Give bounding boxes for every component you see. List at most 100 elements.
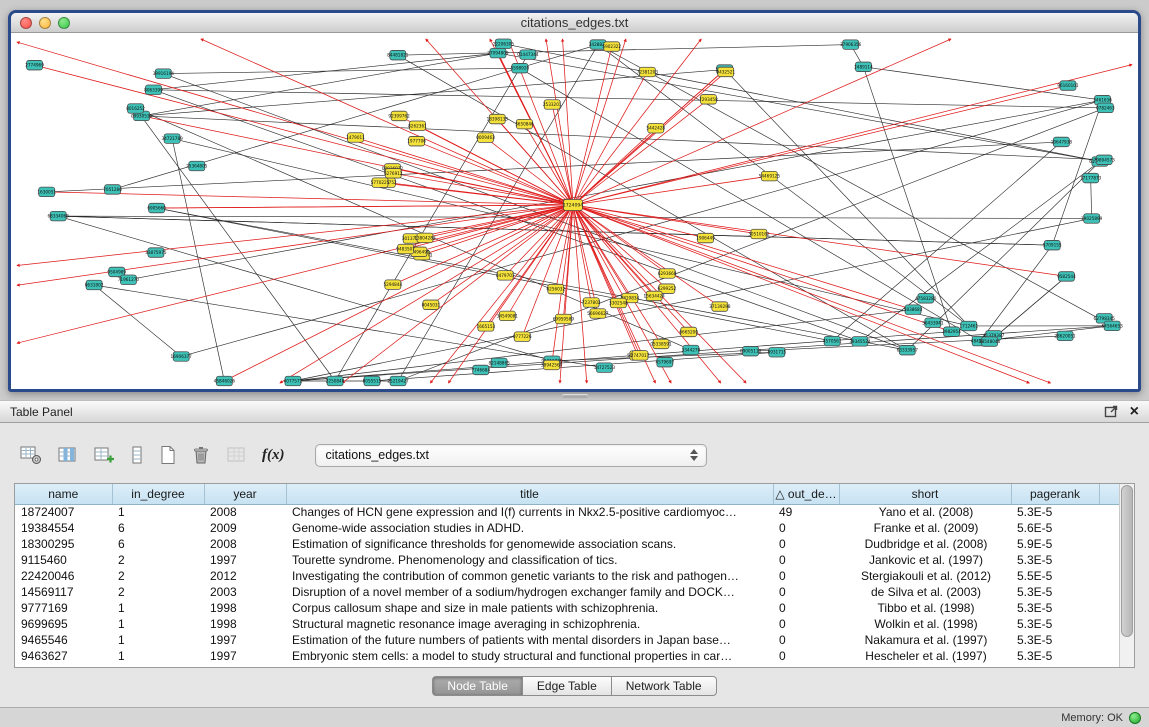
network-node[interactable]: 6293668	[658, 269, 677, 279]
table-row[interactable]: 1872400712008Changes of HCN gene express…	[15, 504, 1121, 520]
network-node[interactable]: 6256032	[546, 284, 565, 294]
tab-node-table[interactable]: Node Table	[432, 676, 523, 696]
network-node[interactable]: 2489114	[854, 62, 873, 72]
network-node[interactable]: 8016252	[126, 104, 145, 114]
network-node[interactable]: 4579697	[656, 357, 675, 367]
delete-columns-button[interactable]	[192, 443, 210, 467]
network-node[interactable]: 4077571	[284, 376, 303, 386]
network-node[interactable]: 92399762	[388, 111, 410, 121]
network-node[interactable]: 3344270	[682, 345, 701, 355]
network-node[interactable]: 6905660	[147, 203, 166, 213]
network-node[interactable]: 5770225	[371, 178, 390, 188]
network-node[interactable]: 1724094	[563, 200, 584, 211]
network-node[interactable]: 7293458	[699, 95, 718, 105]
network-node[interactable]: 54564653	[1101, 321, 1123, 331]
row-controls-button[interactable]	[131, 443, 143, 467]
network-node[interactable]: 63333957	[897, 345, 919, 355]
network-node[interactable]: 34549081	[497, 311, 519, 321]
table-row[interactable]: 946554611997Estimation of the future num…	[15, 632, 1121, 648]
table-row[interactable]: 977716911998Corpus callosum shape and si…	[15, 600, 1121, 616]
network-node[interactable]: 5709155	[1043, 240, 1062, 250]
panel-splitter[interactable]	[0, 392, 1149, 400]
network-node[interactable]: 5838683	[904, 305, 923, 315]
network-node[interactable]: 2533201	[543, 100, 562, 110]
network-node[interactable]: 37139298	[709, 302, 731, 312]
network-node[interactable]: 3302548	[609, 298, 628, 308]
create-column-button[interactable]	[94, 443, 115, 467]
network-node[interactable]: 0777226	[513, 332, 532, 342]
network-node[interactable]: 8063399	[144, 85, 163, 95]
network-node[interactable]: 9582544	[1057, 272, 1076, 282]
column-header-in_degree[interactable]: in_degree	[112, 484, 204, 504]
network-node[interactable]: 56696627	[587, 309, 609, 319]
network-node[interactable]: 39345524	[849, 337, 871, 347]
network-node[interactable]: 34721789	[161, 134, 183, 144]
close-panel-icon[interactable]: ×	[1130, 405, 1139, 419]
close-window-button[interactable]	[20, 17, 32, 29]
table-selector-dropdown[interactable]: citations_edges.txt	[315, 444, 707, 467]
network-node[interactable]: 5442428	[646, 123, 665, 132]
network-node[interactable]: 68334068	[48, 211, 70, 221]
network-node[interactable]: 16906377	[171, 352, 193, 362]
new-table-button[interactable]	[159, 443, 176, 467]
network-node[interactable]: 6665200	[679, 327, 698, 337]
network-node[interactable]: 69959589	[553, 314, 575, 324]
network-node[interactable]: 5294844	[384, 280, 403, 290]
network-node[interactable]: 33875975	[145, 248, 167, 258]
network-node[interactable]: 7051286	[103, 185, 122, 195]
function-builder-button[interactable]: f(x)	[262, 443, 285, 467]
network-node[interactable]: 2250840	[326, 376, 345, 386]
scrollbar-thumb[interactable]	[1121, 485, 1133, 637]
zoom-window-button[interactable]	[58, 17, 70, 29]
network-node[interactable]: 28620051	[1054, 331, 1076, 341]
network-node[interactable]: 82148865	[488, 358, 510, 368]
delete-table-button[interactable]	[226, 443, 246, 467]
network-node[interactable]: 38548046	[979, 337, 1001, 347]
network-node[interactable]: 37906356	[840, 40, 862, 50]
network-node[interactable]: 15634424	[644, 291, 666, 301]
network-node[interactable]: 0009463	[476, 133, 495, 143]
network-node[interactable]: 1712461	[959, 321, 978, 331]
network-node[interactable]: 3982954	[942, 327, 961, 337]
network-node[interactable]: 8931715	[768, 347, 787, 357]
tab-edge-table[interactable]: Edge Table	[522, 676, 612, 696]
float-panel-icon[interactable]	[1104, 405, 1118, 418]
network-node[interactable]: 09005110	[740, 346, 762, 356]
network-canvas[interactable]: 2536480509930536683340681690637727749699…	[11, 33, 1138, 389]
network-node[interactable]: 9432521	[716, 67, 735, 77]
network-node[interactable]: 1665153	[477, 322, 496, 332]
network-node[interactable]: 13804283	[414, 233, 436, 243]
network-node[interactable]: 2747017	[631, 351, 650, 361]
network-node[interactable]: 72381203	[637, 67, 659, 77]
tab-network-table[interactable]: Network Table	[611, 676, 717, 696]
network-node[interactable]: 10647938	[1051, 137, 1073, 147]
table-row[interactable]: 946362711997Embryonic stem cells: a mode…	[15, 648, 1121, 664]
network-node[interactable]: 4570561	[823, 336, 842, 346]
network-node[interactable]: 18398133	[487, 114, 509, 124]
minimize-window-button[interactable]	[39, 17, 51, 29]
column-header-name[interactable]: name	[15, 484, 112, 504]
network-node[interactable]: 71961270	[118, 275, 140, 285]
network-node[interactable]: 19025899	[1081, 214, 1103, 224]
column-header-title[interactable]: title	[286, 484, 773, 504]
network-node[interactable]: 05338591	[650, 339, 672, 349]
table-row[interactable]: 1830029562008Estimation of significance …	[15, 536, 1121, 552]
network-node[interactable]: 77177873	[1080, 173, 1102, 183]
network-node[interactable]: 54469125	[759, 171, 781, 181]
table-vertical-scrollbar[interactable]	[1119, 484, 1134, 667]
network-node[interactable]: 45846026	[214, 376, 236, 386]
network-window-titlebar[interactable]: citations_edges.txt	[11, 13, 1138, 33]
table-mode-button[interactable]	[20, 443, 42, 467]
network-node[interactable]: 0631802	[85, 280, 104, 290]
table-row[interactable]: 911546021997Tourette syndrome. Phenomeno…	[15, 552, 1121, 568]
network-graph[interactable]: 2536480509930536683340681690637727749699…	[11, 33, 1138, 389]
network-node[interactable]: 2774969	[25, 60, 44, 70]
network-node[interactable]: 47583280	[915, 294, 937, 304]
network-node[interactable]: 56433941	[922, 318, 944, 328]
network-node[interactable]: 3650846	[515, 119, 534, 129]
column-header-out_degree[interactable]: △ out_de…	[773, 484, 839, 504]
network-node[interactable]: 5902322	[602, 42, 621, 52]
network-node[interactable]: 1977706	[407, 136, 426, 146]
network-node[interactable]: 01447344	[517, 50, 539, 60]
network-node[interactable]: 6276912	[384, 169, 403, 179]
